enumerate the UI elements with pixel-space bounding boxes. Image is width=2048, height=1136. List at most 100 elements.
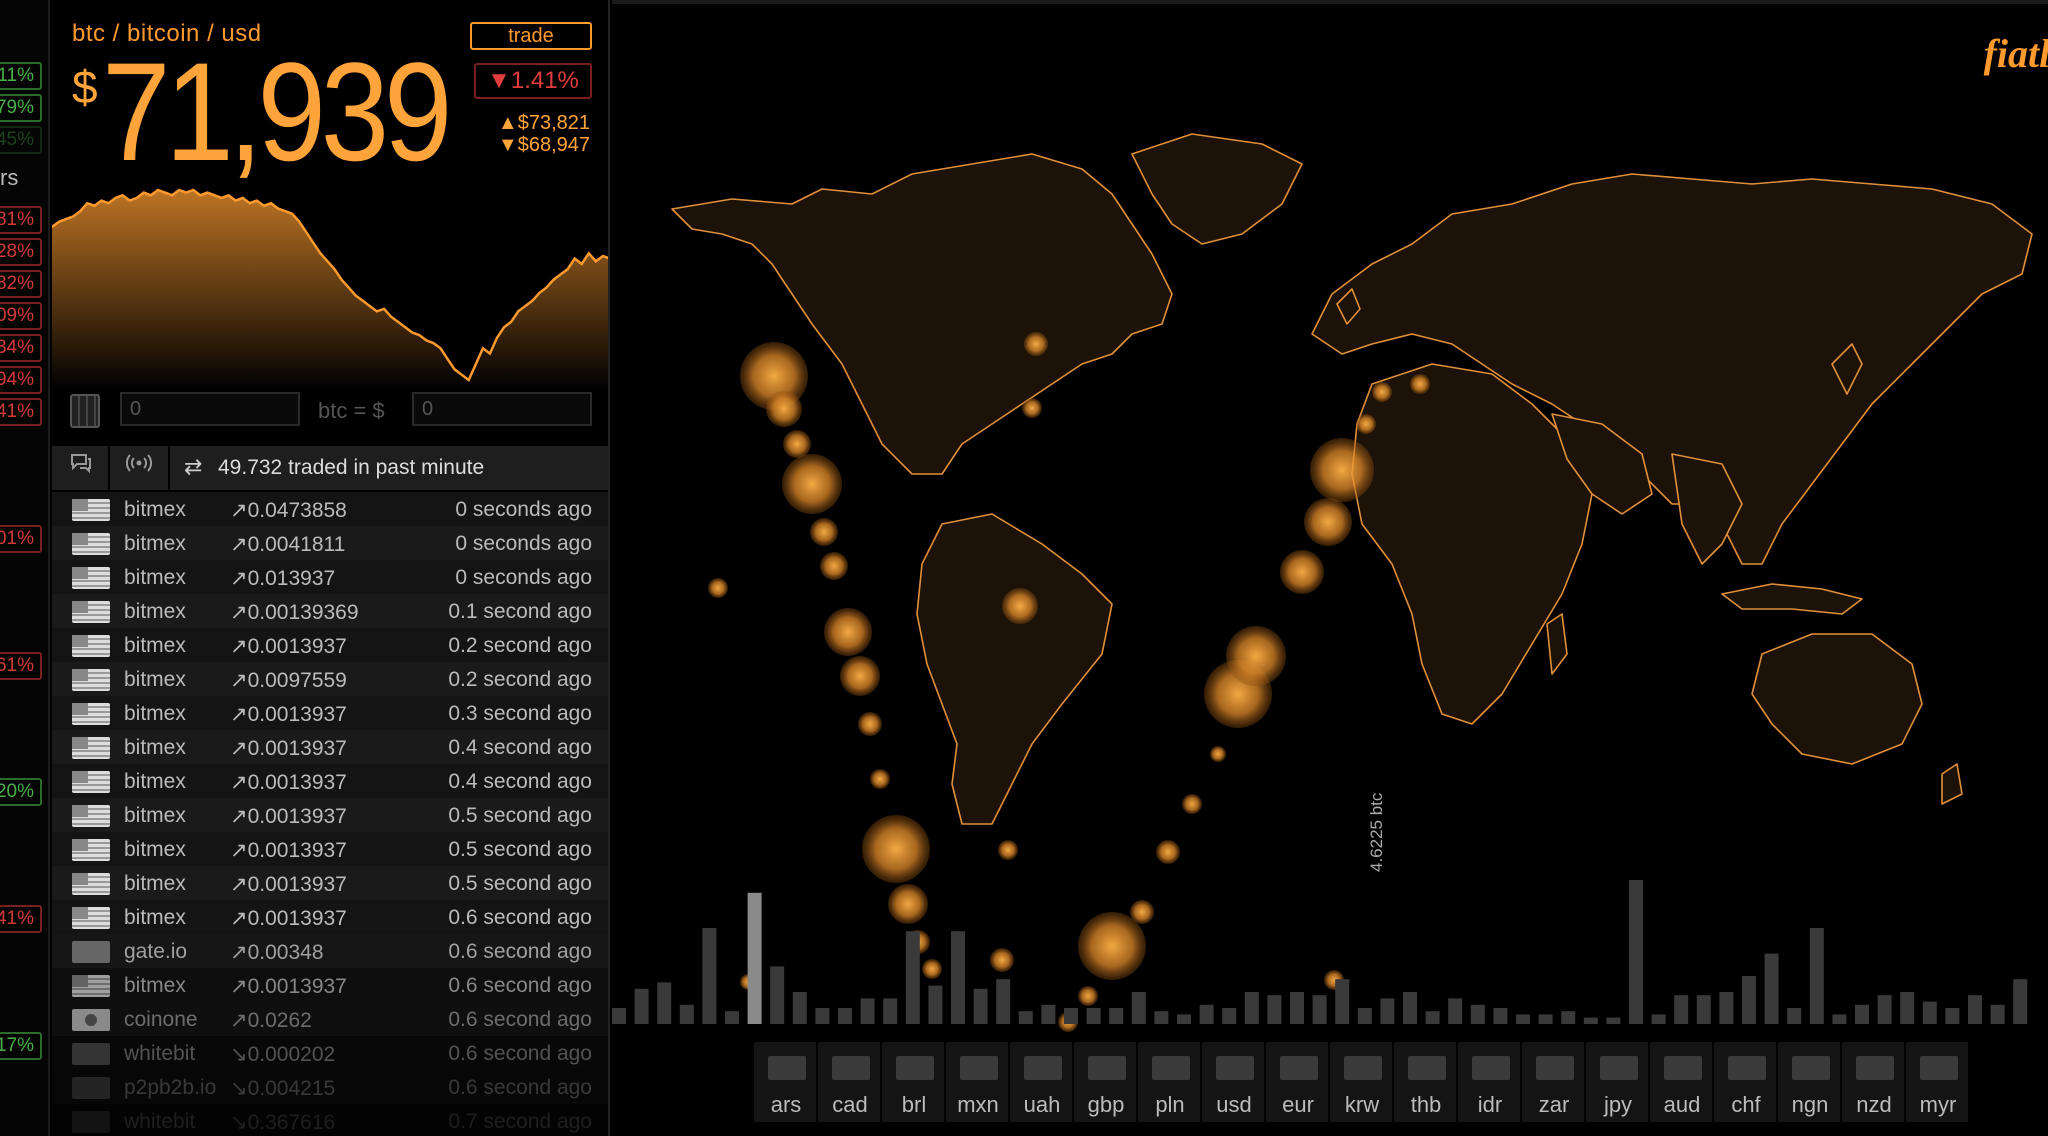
- currency-eur[interactable]: eur: [1266, 1042, 1330, 1122]
- continent-south-america: [916, 513, 1113, 825]
- trade-amount: ↗0.00348: [230, 941, 324, 964]
- trade-row[interactable]: bitmex ↗0.00139369 0.1 second ago: [52, 594, 608, 628]
- exchange-name: whitebit: [124, 1110, 196, 1133]
- change-badge: ▼1.41%: [474, 63, 592, 99]
- strip-label: rs: [0, 165, 19, 190]
- chat-icon[interactable]: [66, 452, 96, 482]
- trade-button[interactable]: trade: [470, 22, 592, 50]
- trade-amount: ↗0.0473858: [230, 499, 347, 522]
- volume-bar: [860, 998, 875, 1024]
- trade-row[interactable]: bitmex ↗0.013937 0 seconds ago: [52, 560, 608, 594]
- currency-label: ars: [770, 1092, 802, 1117]
- currency-flag-icon: [1728, 1056, 1766, 1080]
- volume-bar: [1945, 1008, 1960, 1024]
- volume-bar: [1403, 992, 1417, 1024]
- trade-amount: ↗0.0013937: [230, 839, 347, 862]
- country-flag-icon: [72, 1009, 110, 1031]
- volume-label: 4.6225 btc: [1367, 792, 1386, 872]
- strip-percent[interactable]: 09%: [0, 302, 42, 330]
- currency-flag-icon: [1600, 1056, 1638, 1080]
- currency-ars[interactable]: ars: [754, 1042, 818, 1122]
- strip-percent[interactable]: 20%: [0, 778, 42, 806]
- trade-row[interactable]: bitmex ↗0.0013937 0.3 second ago: [52, 696, 608, 730]
- trade-row[interactable]: bitmex ↗0.0013937 0.2 second ago: [52, 628, 608, 662]
- trade-row[interactable]: bitmex ↗0.0097559 0.2 second ago: [52, 662, 608, 696]
- currency-mxn[interactable]: mxn: [946, 1042, 1010, 1122]
- strip-percent[interactable]: 82%: [0, 270, 42, 298]
- strip-percent[interactable]: 28%: [0, 238, 42, 266]
- day-low: ▼$68,947: [497, 134, 590, 156]
- currency-idr[interactable]: idr: [1458, 1042, 1522, 1122]
- currency-aud[interactable]: aud: [1650, 1042, 1714, 1122]
- currency-flag-icon: [1472, 1056, 1510, 1080]
- currency-pln[interactable]: pln: [1138, 1042, 1202, 1122]
- volume-bar: [1832, 1014, 1847, 1024]
- trade-time: 0.5 second ago: [448, 838, 592, 861]
- strip-percent[interactable]: 79%: [0, 94, 42, 122]
- currency-usd[interactable]: usd: [1202, 1042, 1266, 1122]
- volume-bar: [838, 1008, 852, 1024]
- exchange-name: p2pb2b.io: [124, 1076, 217, 1099]
- trade-row[interactable]: bitmex ↗0.0013937 0.6 second ago: [52, 900, 608, 934]
- trade-row[interactable]: whitebit ↘0.367616 0.7 second ago: [52, 1104, 608, 1136]
- calculator-icon[interactable]: [70, 394, 100, 428]
- currency-gbp[interactable]: gbp: [1074, 1042, 1138, 1122]
- btc-amount-input[interactable]: [120, 392, 300, 426]
- currency-ngn[interactable]: ngn: [1778, 1042, 1842, 1122]
- currency-nzd[interactable]: nzd: [1842, 1042, 1906, 1122]
- currency-thb[interactable]: thb: [1394, 1042, 1458, 1122]
- country-flag-icon: [72, 635, 110, 657]
- converter-label: btc = $: [318, 398, 385, 423]
- strip-percent[interactable]: 41%: [0, 905, 42, 933]
- strip-percent[interactable]: 94%: [0, 366, 42, 394]
- trade-row[interactable]: bitmex ↗0.0013937 0.4 second ago: [52, 764, 608, 798]
- volume-bar: [1674, 995, 1689, 1024]
- trade-row[interactable]: bitmex ↗0.0013937 0.4 second ago: [52, 730, 608, 764]
- strip-percent[interactable]: 01%: [0, 525, 42, 553]
- currency-chf[interactable]: chf: [1714, 1042, 1778, 1122]
- trade-row[interactable]: whitebit ↘0.000202 0.6 second ago: [52, 1036, 608, 1070]
- currency-label: jpy: [1603, 1092, 1633, 1117]
- strip-percent[interactable]: 81%: [0, 206, 42, 234]
- trade-row[interactable]: bitmex ↗0.0041811 0 seconds ago: [52, 526, 608, 560]
- exchange-name: gate.io: [124, 940, 188, 963]
- strip-percent[interactable]: 17%: [0, 1032, 42, 1060]
- trade-row[interactable]: coinone ↗0.0262 0.6 second ago: [52, 1002, 608, 1036]
- trade-row[interactable]: bitmex ↗0.0013937 0.5 second ago: [52, 798, 608, 832]
- trade-time: 0.6 second ago: [448, 1008, 592, 1031]
- trade-row[interactable]: bitmex ↗0.0013937 0.5 second ago: [52, 866, 608, 900]
- trade-time: 0.2 second ago: [448, 668, 592, 691]
- exchange-name: bitmex: [124, 498, 186, 521]
- trade-row[interactable]: bitmex ↗0.0473858 0 seconds ago: [52, 492, 608, 526]
- volume-bar: [1968, 995, 1982, 1024]
- volume-bar: [1018, 1011, 1033, 1024]
- currency-myr[interactable]: myr: [1906, 1042, 1970, 1122]
- continent-greenland: [1131, 133, 1303, 245]
- trade-row[interactable]: bitmex ↗0.0013937 0.6 second ago: [52, 968, 608, 1002]
- currency-brl[interactable]: brl: [882, 1042, 946, 1122]
- strip-percent[interactable]: 61%: [0, 652, 42, 680]
- live-feed-icon[interactable]: [124, 452, 154, 482]
- volume-bar: [1764, 953, 1779, 1024]
- strip-percent[interactable]: 45%: [0, 126, 42, 154]
- trade-row[interactable]: gate.io ↗0.00348 0.6 second ago: [52, 934, 608, 968]
- strip-percent[interactable]: 11%: [0, 62, 42, 90]
- volume-bar: [1922, 1001, 1937, 1024]
- trade-row[interactable]: bitmex ↗0.0013937 0.5 second ago: [52, 832, 608, 866]
- currency-uah[interactable]: uah: [1010, 1042, 1074, 1122]
- trade-amount: ↗0.0013937: [230, 703, 347, 726]
- currency-cad[interactable]: cad: [818, 1042, 882, 1122]
- currency-jpy[interactable]: jpy: [1586, 1042, 1650, 1122]
- strip-percent[interactable]: 34%: [0, 334, 42, 362]
- volume-bar: [1787, 1008, 1802, 1024]
- currency-krw[interactable]: krw: [1330, 1042, 1394, 1122]
- strip-percent[interactable]: 41%: [0, 398, 42, 426]
- country-flag-icon: [72, 907, 110, 929]
- volume-bar: [1719, 992, 1734, 1024]
- trade-row[interactable]: p2pb2b.io ↘0.004215 0.6 second ago: [52, 1070, 608, 1104]
- volume-bar: [1900, 992, 1915, 1024]
- currency-zar[interactable]: zar: [1522, 1042, 1586, 1122]
- volume-bar: [612, 1008, 626, 1024]
- usd-amount-input[interactable]: [412, 392, 592, 426]
- exchange-name: bitmex: [124, 668, 186, 691]
